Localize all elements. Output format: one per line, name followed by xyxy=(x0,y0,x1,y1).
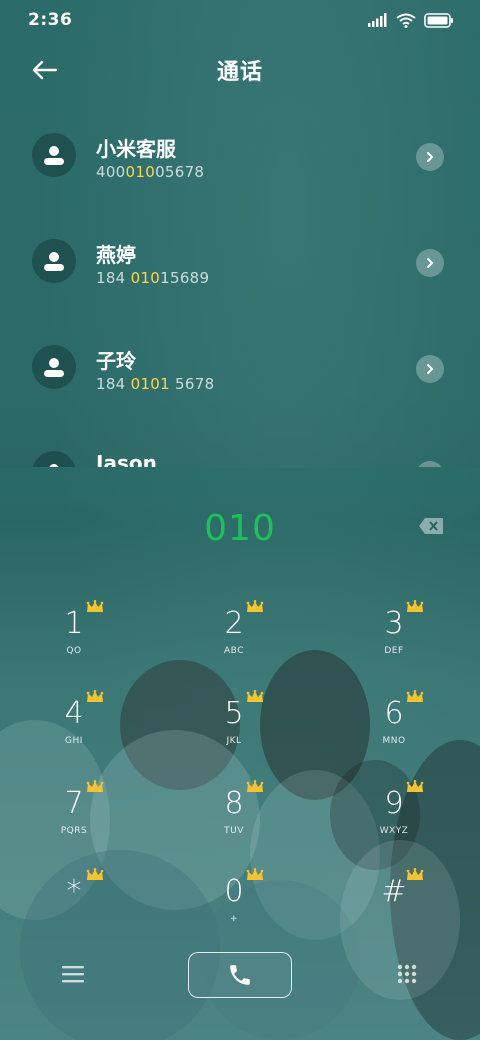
dial-key-digit: 1 xyxy=(64,606,84,641)
contact-row[interactable]: 燕婷 184 01015689 xyxy=(0,211,480,317)
contact-avatar xyxy=(32,133,76,177)
chevron-right-icon xyxy=(427,152,434,162)
contact-avatar xyxy=(32,451,76,467)
dial-key-digit: 8 xyxy=(224,786,244,821)
contact-row[interactable]: 子玲 184 0101 5678 xyxy=(0,317,480,423)
dial-key-9[interactable]: 9 WXYZ xyxy=(334,776,454,856)
person-icon xyxy=(44,252,64,271)
dial-key-letters: ABC xyxy=(224,646,244,656)
contact-avatar xyxy=(32,345,76,389)
person-icon xyxy=(44,358,64,377)
dial-key-digit: 0 xyxy=(224,874,244,909)
page-title: 通话 xyxy=(216,60,263,85)
contact-name: 燕婷 xyxy=(96,243,136,267)
phone-icon xyxy=(230,965,250,985)
dial-key-letters: + xyxy=(229,914,239,924)
dial-key-digit: 9 xyxy=(384,786,404,821)
contact-number: 40001005678 xyxy=(96,163,205,181)
hamburger-icon[interactable] xyxy=(62,964,84,984)
dial-key-letters: DEF xyxy=(384,646,404,656)
dial-key-letters: JKL xyxy=(226,736,242,746)
contact-detail-button[interactable] xyxy=(416,143,444,171)
contact-name: 子玲 xyxy=(96,349,136,373)
bottom-action-bar xyxy=(0,952,480,1002)
status-bar: 2:36 xyxy=(0,0,480,40)
dial-key-letters: TUV xyxy=(224,826,244,836)
contact-name: Jason xyxy=(96,451,157,467)
backspace-icon[interactable] xyxy=(418,517,444,535)
dial-input-display[interactable]: 010 xyxy=(0,508,480,549)
signal-icon xyxy=(368,13,387,27)
chevron-right-icon xyxy=(427,258,434,268)
dial-key-digit: # xyxy=(381,874,407,909)
dial-key-digit: 2 xyxy=(224,606,244,641)
dial-key-2[interactable]: 2 ABC xyxy=(174,596,294,676)
dial-key-digit: 4 xyxy=(64,696,84,731)
contact-row[interactable]: Jason xyxy=(0,423,480,467)
contact-avatar xyxy=(32,239,76,283)
contact-detail-button[interactable] xyxy=(416,249,444,277)
contact-detail-button[interactable] xyxy=(416,461,444,467)
dial-key-8[interactable]: 8 TUV xyxy=(174,776,294,856)
dial-key-star[interactable]: * xyxy=(14,864,134,944)
dial-key-hash[interactable]: # xyxy=(334,864,454,944)
dial-key-digit: 3 xyxy=(384,606,404,641)
dial-key-digit: 7 xyxy=(64,786,84,821)
contact-name: 小米客服 xyxy=(96,137,176,161)
dial-key-digit: 5 xyxy=(224,696,244,731)
dial-key-letters: QO xyxy=(66,646,82,656)
dial-key-digit: * xyxy=(66,874,82,909)
header: 通话 xyxy=(0,50,480,90)
dial-key-7[interactable]: 7 PQRS xyxy=(14,776,134,856)
contact-number: 184 0101 5678 xyxy=(96,375,215,393)
status-time: 2:36 xyxy=(28,10,73,30)
contact-row[interactable]: 小米客服 40001005678 xyxy=(0,105,480,211)
wifi-icon xyxy=(396,13,416,28)
battery-icon xyxy=(424,12,453,28)
person-icon xyxy=(44,146,64,165)
dial-key-0[interactable]: 0 + xyxy=(174,864,294,944)
dial-key-letters: WXYZ xyxy=(379,826,409,836)
contact-results-list: 小米客服 40001005678 燕婷 184 01015689 子玲 184 … xyxy=(0,105,480,467)
contact-detail-button[interactable] xyxy=(416,355,444,383)
dial-key-4[interactable]: 4 GHI xyxy=(14,686,134,766)
dial-key-letters: GHI xyxy=(65,736,83,746)
dialpad-icon[interactable] xyxy=(396,963,418,985)
dial-key-5[interactable]: 5 JKL xyxy=(174,686,294,766)
dial-key-digit: 6 xyxy=(384,696,404,731)
dial-key-letters: PQRS xyxy=(60,826,88,836)
call-button[interactable] xyxy=(188,952,292,998)
dial-key-6[interactable]: 6 MNO xyxy=(334,686,454,766)
dial-key-1[interactable]: 1 QO xyxy=(14,596,134,676)
contact-number: 184 01015689 xyxy=(96,269,210,287)
dial-key-3[interactable]: 3 DEF xyxy=(334,596,454,676)
person-icon xyxy=(49,464,59,467)
chevron-right-icon xyxy=(427,364,434,374)
dial-key-letters: MNO xyxy=(382,736,406,746)
